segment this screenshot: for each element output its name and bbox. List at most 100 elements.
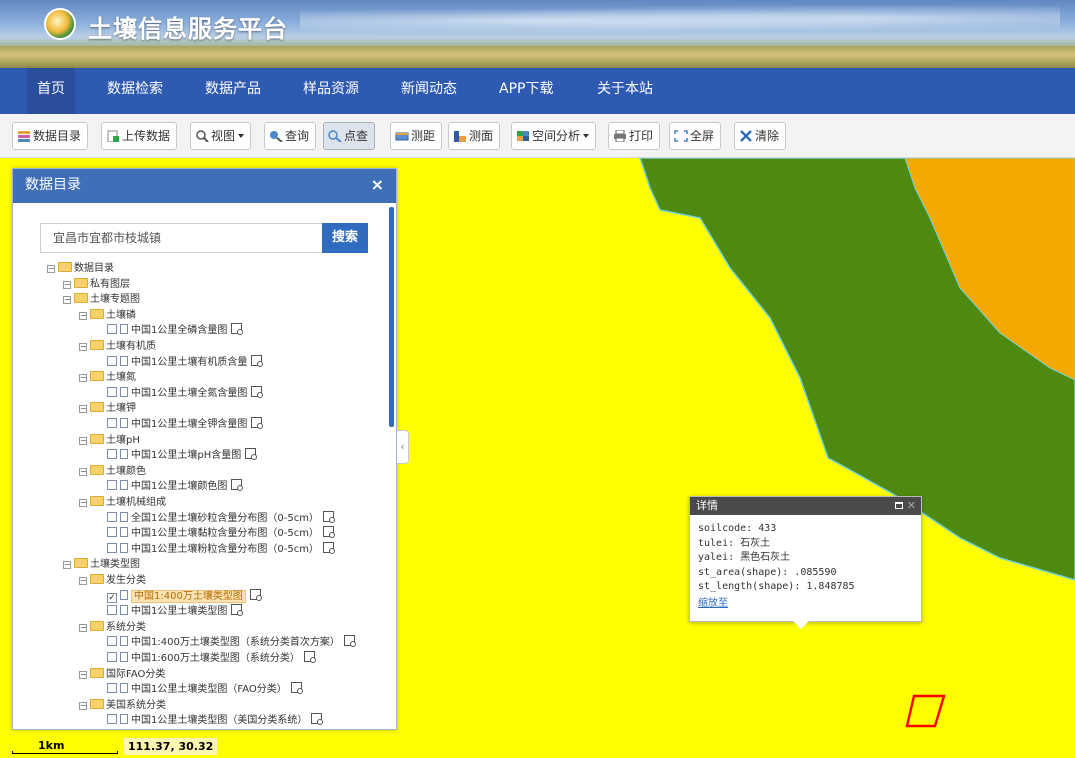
nav-item-samples[interactable]: 样品资源 — [293, 68, 369, 114]
collapse-toggle-icon[interactable]: − — [79, 701, 87, 710]
collapse-toggle-icon[interactable]: − — [79, 499, 87, 507]
tree-layer-node[interactable]: 中国1公里土壤类型图 — [107, 604, 244, 619]
tree-node-label[interactable]: 中国1公里土壤全钾含量图 — [131, 419, 247, 430]
nav-item-home[interactable]: 首页 — [27, 68, 75, 114]
layer-info-icon[interactable] — [231, 479, 244, 492]
tree-node-label[interactable]: 土壤有机质 — [106, 341, 156, 352]
tree-node-label[interactable]: 数据目录 — [74, 263, 114, 274]
nav-item-data-products[interactable]: 数据产品 — [195, 68, 271, 114]
scrollbar-thumb[interactable] — [389, 207, 394, 427]
close-icon[interactable]: ✕ — [907, 497, 916, 515]
collapse-toggle-icon[interactable]: − — [63, 296, 71, 305]
tree-node-label[interactable]: 中国1公里土壤类型图 — [131, 606, 227, 617]
layer-checkbox[interactable] — [107, 527, 117, 538]
collapse-toggle-icon[interactable]: − — [79, 623, 87, 632]
layer-checkbox[interactable] — [107, 714, 117, 725]
layer-checkbox[interactable] — [107, 449, 117, 460]
point-query-button[interactable]: 点查 — [323, 122, 376, 150]
tree-folder-node[interactable]: − 系统分类 — [79, 620, 146, 635]
zoom-to-link[interactable]: 缩放至 — [698, 597, 913, 612]
tree-node-label[interactable]: 中国1:400万土壤类型图 — [131, 589, 246, 603]
spatial-analysis-dropdown-button[interactable]: 空间分析 — [511, 122, 597, 150]
tree-node-label[interactable]: 土壤机械组成 — [106, 497, 166, 508]
catalog-button[interactable]: 数据目录 — [12, 122, 89, 150]
collapse-toggle-icon[interactable]: − — [79, 374, 87, 383]
tree-node-label[interactable]: 中国1公里土壤pH含量图 — [131, 450, 241, 461]
panel-collapse-handle[interactable]: ‹ — [397, 430, 409, 464]
tree-folder-node[interactable]: − 私有图层 — [63, 277, 130, 292]
measure-area-button[interactable]: 测面 — [448, 122, 501, 150]
tree-node-label[interactable]: 土壤磷 — [106, 310, 136, 321]
collapse-toggle-icon[interactable]: − — [79, 670, 87, 679]
collapse-toggle-icon[interactable]: − — [79, 436, 87, 445]
catalog-scrollbar[interactable] — [389, 207, 394, 727]
app-title[interactable]: 土壤信息服务平台 — [88, 9, 288, 44]
tree-node-label[interactable]: 中国1公里土壤黏粒含量分布图（0-5cm） — [131, 528, 319, 539]
tree-node-label[interactable]: 中国1公里土壤类型图（FAO分类） — [131, 684, 287, 695]
collapse-toggle-icon[interactable]: − — [79, 343, 87, 351]
tree-folder-node[interactable]: − 土壤颜色 — [79, 464, 146, 479]
nav-item-news[interactable]: 新闻动态 — [391, 68, 467, 114]
tree-layer-node[interactable]: 中国1:600万土壤类型图（系统分类） — [107, 651, 316, 666]
tree-layer-node[interactable]: 中国1公里土壤颜色图 — [107, 479, 244, 494]
tree-layer-node[interactable]: 中国1:400万土壤类型图（系统分类首次方案） — [107, 635, 356, 650]
layer-info-icon[interactable] — [251, 385, 264, 398]
nav-item-app-download[interactable]: APP下载 — [489, 68, 563, 114]
nav-item-data-search[interactable]: 数据检索 — [97, 68, 173, 114]
collapse-toggle-icon[interactable]: − — [63, 561, 71, 570]
tree-layer-node[interactable]: 中国1公里土壤粉粒含量分布图（0-5cm） — [107, 541, 335, 557]
tree-folder-node[interactable]: − 土壤钾 — [79, 401, 136, 416]
collapse-toggle-icon[interactable]: − — [79, 311, 87, 320]
tree-layer-node[interactable]: 全国1公里土壤砂粒含量分布图（0-5cm） — [107, 510, 335, 526]
close-icon[interactable]: × — [371, 169, 384, 201]
tree-folder-node[interactable]: − 土壤磷 — [79, 308, 136, 323]
tree-node-label[interactable]: 土壤pH — [106, 435, 140, 446]
layer-checkbox[interactable] — [107, 355, 117, 366]
nav-item-about[interactable]: 关于本站 — [587, 68, 663, 114]
location-search-input[interactable]: 宜昌市宜都市枝城镇 — [40, 223, 322, 253]
tree-layer-node[interactable]: 中国1公里土壤全氮含量图 — [107, 385, 264, 401]
layer-info-icon[interactable] — [303, 651, 316, 663]
layer-info-icon[interactable] — [311, 713, 324, 726]
layer-info-icon[interactable] — [245, 448, 258, 461]
layer-info-icon[interactable] — [251, 354, 264, 367]
tree-node-label[interactable]: 土壤类型图 — [90, 559, 140, 570]
tree-folder-node[interactable]: − 国际FAO分类 — [79, 667, 165, 682]
tree-node-label[interactable]: 中国1公里全磷含量图 — [131, 325, 227, 336]
tree-folder-node[interactable]: − 土壤机械组成 — [79, 495, 166, 510]
layer-checkbox[interactable] — [107, 683, 117, 694]
tree-folder-node[interactable]: − 土壤氮 — [79, 370, 136, 385]
tree-folder-node[interactable]: − 发生分类 — [79, 573, 146, 588]
query-button[interactable]: 查询 — [264, 122, 317, 150]
tree-node-label[interactable]: 全国1公里土壤砂粒含量分布图（0-5cm） — [131, 513, 319, 524]
tree-node-label[interactable]: 私有图层 — [90, 279, 130, 290]
tree-layer-node[interactable]: ✓ 中国1:400万土壤类型图 — [107, 588, 262, 604]
collapse-toggle-icon[interactable]: − — [79, 577, 87, 585]
measure-distance-button[interactable]: 测距 — [390, 122, 443, 150]
layer-checkbox[interactable] — [107, 652, 117, 662]
print-button[interactable]: 打印 — [608, 122, 661, 150]
layer-checkbox[interactable] — [107, 418, 117, 428]
layer-checkbox[interactable] — [107, 324, 117, 335]
tree-layer-node[interactable]: 中国1公里土壤有机质含量 — [107, 354, 264, 370]
tree-layer-node[interactable]: 中国1公里土壤pH含量图 — [107, 448, 258, 463]
tree-node-label[interactable]: 国际FAO分类 — [106, 669, 165, 680]
tree-layer-node[interactable]: 中国1公里土壤类型图（FAO分类） — [107, 682, 303, 697]
tree-folder-node[interactable]: − 数据目录 — [47, 261, 114, 276]
tree-layer-node[interactable]: 中国1公里全磷含量图 — [107, 323, 244, 338]
logo-icon[interactable] — [44, 8, 76, 40]
tree-node-label[interactable]: 系统分类 — [106, 622, 146, 633]
tree-folder-node[interactable]: − 土壤专题图 — [63, 292, 140, 307]
layer-info-icon[interactable] — [251, 417, 264, 429]
tree-folder-node[interactable]: − 土壤pH — [79, 433, 140, 448]
tree-node-label[interactable]: 中国1公里土壤有机质含量 — [131, 357, 247, 368]
tree-node-label[interactable]: 中国1公里土壤颜色图 — [131, 481, 227, 492]
tree-node-label[interactable]: 中国1:400万土壤类型图（系统分类首次方案） — [131, 637, 340, 648]
view-dropdown-button[interactable]: 视图 — [190, 122, 252, 150]
tree-layer-node[interactable]: 中国1公里土壤黏粒含量分布图（0-5cm） — [107, 526, 335, 541]
tree-node-label[interactable]: 土壤钾 — [106, 403, 136, 414]
tree-node-label[interactable]: 中国1公里土壤类型图（美国分类系统） — [131, 715, 307, 726]
tree-node-label[interactable]: 土壤专题图 — [90, 294, 140, 305]
collapse-toggle-icon[interactable]: − — [63, 280, 71, 289]
tree-folder-node[interactable]: − 土壤有机质 — [79, 339, 156, 354]
